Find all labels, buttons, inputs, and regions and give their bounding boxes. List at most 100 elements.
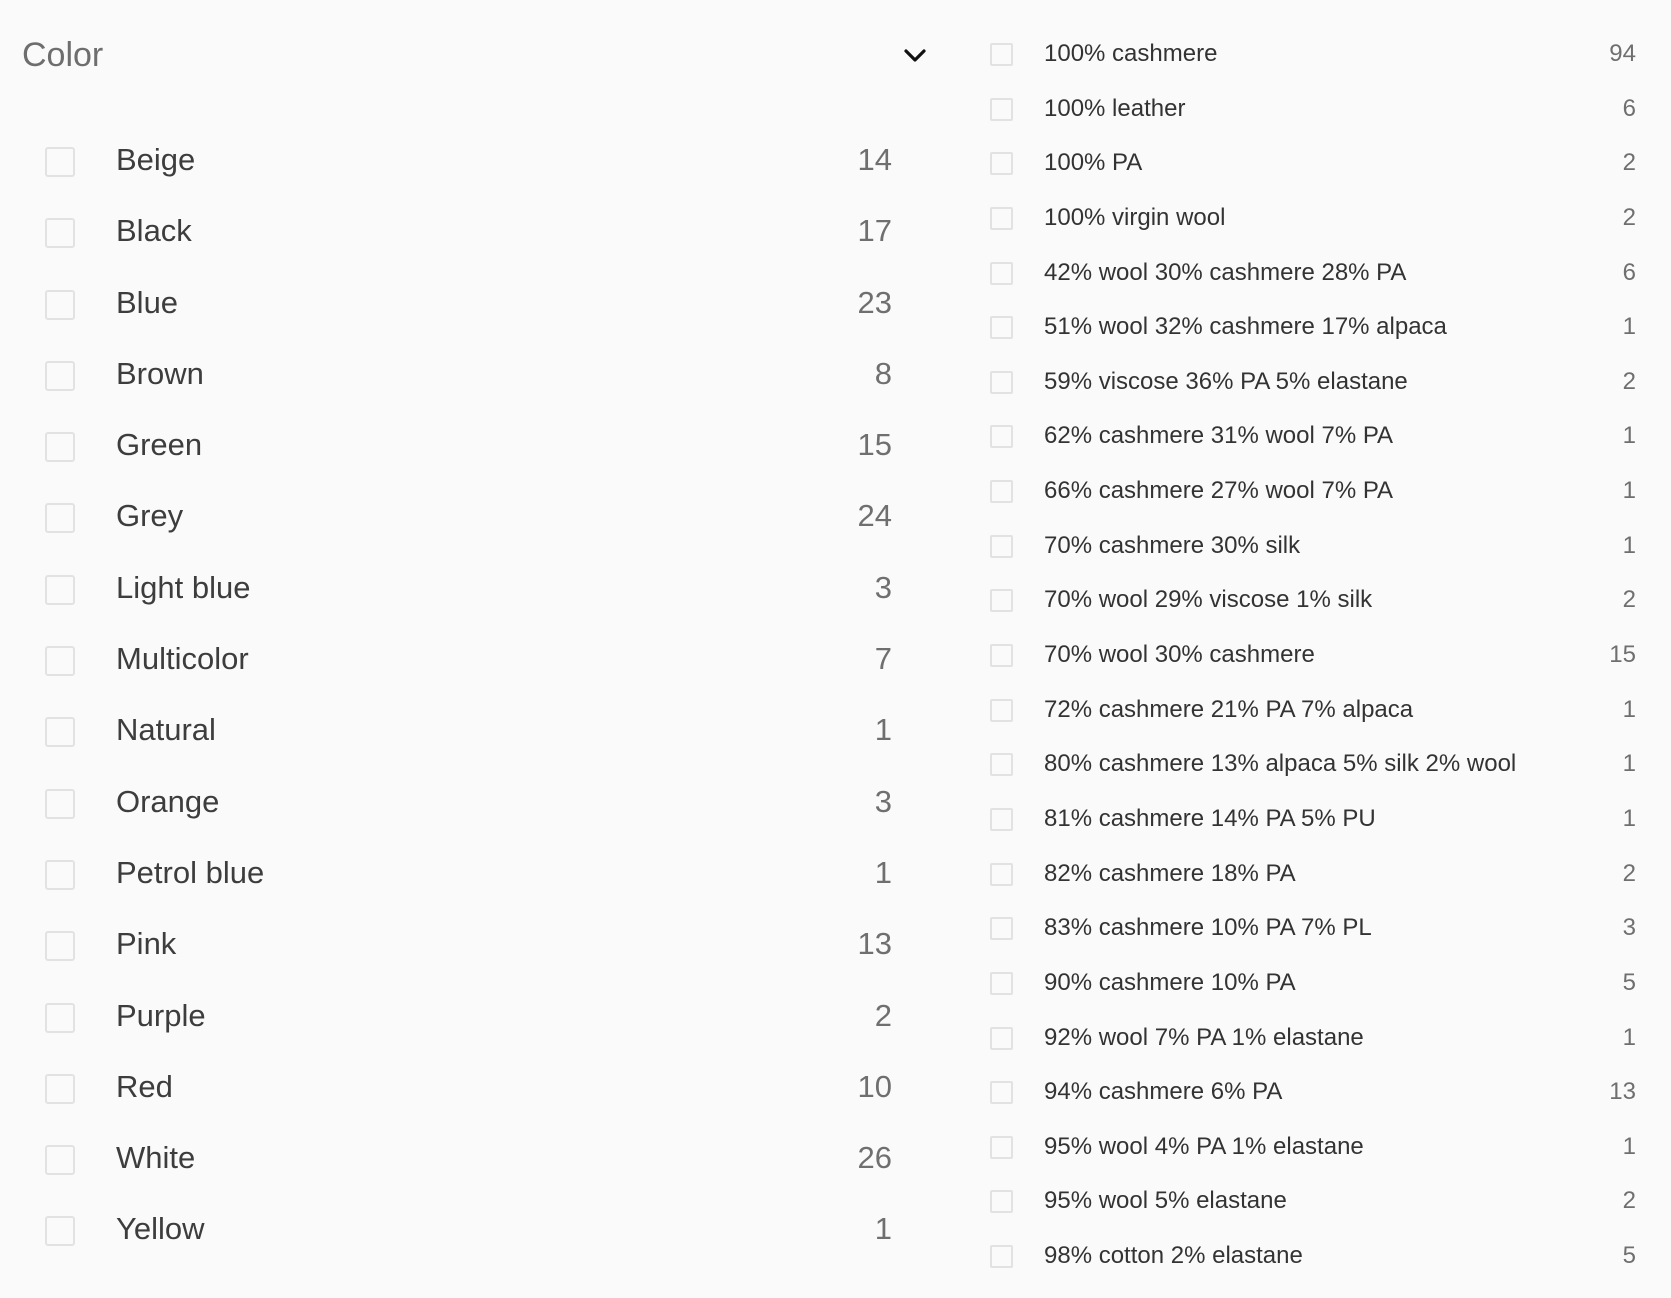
material-option-label: 82% cashmere 18% PA bbox=[1044, 859, 1296, 887]
material-checkbox[interactable] bbox=[990, 753, 1013, 777]
color-option-pink[interactable]: Pink 13 bbox=[0, 908, 940, 979]
material-option-66pct-cashmere-27pct-wool-7pct-pa[interactable]: 66% cashmere 27% wool 7% PA 1 bbox=[960, 464, 1660, 519]
color-checkbox[interactable] bbox=[45, 1002, 75, 1033]
material-option-98pct-cotton-2pct-elastane[interactable]: 98% cotton 2% elastane 5 bbox=[960, 1229, 1660, 1284]
material-option-81pct-cashmere-14pct-pa-5pct-pu[interactable]: 81% cashmere 14% PA 5% PU 1 bbox=[960, 792, 1660, 847]
color-checkbox[interactable] bbox=[45, 503, 75, 534]
material-option-42pct-wool-30pct-cashmere-28pct-pa[interactable]: 42% wool 30% cashmere 28% PA 6 bbox=[960, 246, 1660, 301]
material-checkbox[interactable] bbox=[990, 1026, 1013, 1050]
color-option-beige[interactable]: Beige 14 bbox=[0, 124, 940, 195]
material-option-80pct-cashmere-13pct-alpaca-5pct-silk-2pct-wool[interactable]: 80% cashmere 13% alpaca 5% silk 2% wool 1 bbox=[960, 737, 1660, 792]
color-option-count: 3 bbox=[874, 569, 892, 605]
material-option-label: 59% viscose 36% PA 5% elastane bbox=[1044, 367, 1408, 395]
material-option-count: 6 bbox=[1622, 258, 1636, 286]
material-checkbox[interactable] bbox=[990, 807, 1013, 831]
material-checkbox[interactable] bbox=[990, 43, 1013, 66]
color-checkbox[interactable] bbox=[45, 218, 75, 249]
material-checkbox[interactable] bbox=[990, 97, 1013, 121]
color-option-light-blue[interactable]: Light blue 3 bbox=[0, 552, 940, 623]
color-option-red[interactable]: Red 10 bbox=[0, 1051, 940, 1122]
color-option-label: Brown bbox=[116, 355, 204, 391]
material-option-95pct-wool-4pct-pa-1pct-elastane[interactable]: 95% wool 4% PA 1% elastane 1 bbox=[960, 1120, 1660, 1175]
color-option-brown[interactable]: Brown 8 bbox=[0, 338, 940, 409]
material-option-70pct-wool-29pct-viscose-1pct-silk[interactable]: 70% wool 29% viscose 1% silk 2 bbox=[960, 573, 1660, 628]
color-checkbox[interactable] bbox=[45, 859, 75, 890]
material-checkbox[interactable] bbox=[990, 971, 1013, 995]
color-option-count: 2 bbox=[874, 997, 892, 1033]
color-option-white[interactable]: White 26 bbox=[0, 1122, 940, 1193]
material-option-100pct-leather[interactable]: 100% leather 6 bbox=[960, 82, 1660, 137]
material-checkbox[interactable] bbox=[990, 206, 1013, 230]
material-option-94pct-cashmere-6pct-pa[interactable]: 94% cashmere 6% PA 13 bbox=[960, 1065, 1660, 1120]
color-checkbox[interactable] bbox=[45, 931, 75, 962]
color-option-natural[interactable]: Natural 1 bbox=[0, 694, 940, 765]
material-option-70pct-cashmere-30pct-silk[interactable]: 70% cashmere 30% silk 1 bbox=[960, 519, 1660, 574]
material-option-70pct-wool-30pct-cashmere[interactable]: 70% wool 30% cashmere 15 bbox=[960, 628, 1660, 683]
color-checkbox[interactable] bbox=[45, 360, 75, 391]
color-checkbox[interactable] bbox=[45, 788, 75, 819]
color-checkbox[interactable] bbox=[45, 432, 75, 463]
material-option-72pct-cashmere-21pct-pa-7pct-alpaca[interactable]: 72% cashmere 21% PA 7% alpaca 1 bbox=[960, 683, 1660, 738]
material-checkbox[interactable] bbox=[990, 1190, 1013, 1214]
material-option-59pct-viscose-36pct-pa-5pct-elastane[interactable]: 59% viscose 36% PA 5% elastane 2 bbox=[960, 355, 1660, 410]
color-checkbox[interactable] bbox=[45, 717, 75, 748]
material-checkbox[interactable] bbox=[990, 698, 1013, 722]
material-option-100pct-virgin-wool[interactable]: 100% virgin wool 2 bbox=[960, 191, 1660, 246]
material-checkbox[interactable] bbox=[990, 644, 1013, 668]
material-option-label: 100% cashmere bbox=[1044, 40, 1218, 67]
material-checkbox[interactable] bbox=[990, 1245, 1013, 1269]
color-checkbox[interactable] bbox=[45, 574, 75, 605]
material-checkbox[interactable] bbox=[990, 480, 1013, 504]
material-checkbox[interactable] bbox=[990, 370, 1013, 394]
material-option-count: 2 bbox=[1622, 149, 1636, 177]
material-option-count: 15 bbox=[1609, 641, 1636, 669]
material-checkbox[interactable] bbox=[990, 1081, 1013, 1105]
color-filter-header[interactable]: Color bbox=[22, 28, 942, 84]
color-checkbox[interactable] bbox=[45, 289, 75, 320]
material-option-count: 2 bbox=[1622, 859, 1636, 887]
color-option-label: Light blue bbox=[116, 569, 251, 605]
material-option-62pct-cashmere-31pct-wool-7pct-pa[interactable]: 62% cashmere 31% wool 7% PA 1 bbox=[960, 409, 1660, 464]
material-option-label: 94% cashmere 6% PA bbox=[1044, 1078, 1283, 1106]
material-checkbox[interactable] bbox=[990, 261, 1013, 285]
color-option-count: 24 bbox=[857, 498, 892, 534]
material-option-92pct-wool-7pct-pa-1pct-elastane[interactable]: 92% wool 7% PA 1% elastane 1 bbox=[960, 1011, 1660, 1066]
material-option-100pct-pa[interactable]: 100% PA 2 bbox=[960, 136, 1660, 191]
material-checkbox[interactable] bbox=[990, 316, 1013, 340]
color-checkbox[interactable] bbox=[45, 147, 75, 177]
color-option-black[interactable]: Black 17 bbox=[0, 195, 940, 266]
material-option-95pct-wool-5pct-elastane[interactable]: 95% wool 5% elastane 2 bbox=[960, 1174, 1660, 1229]
material-option-51pct-wool-32pct-cashmere-17pct-alpaca[interactable]: 51% wool 32% cashmere 17% alpaca 1 bbox=[960, 300, 1660, 355]
material-option-90pct-cashmere-10pct-pa[interactable]: 90% cashmere 10% PA 5 bbox=[960, 956, 1660, 1011]
material-option-100pct-cashmere[interactable]: 100% cashmere 94 bbox=[960, 27, 1660, 82]
material-option-label: 80% cashmere 13% alpaca 5% silk 2% wool bbox=[1044, 750, 1517, 778]
color-option-multicolor[interactable]: Multicolor 7 bbox=[0, 623, 940, 694]
color-checkbox[interactable] bbox=[45, 1216, 75, 1247]
color-option-petrol-blue[interactable]: Petrol blue 1 bbox=[0, 837, 940, 908]
material-option-label: 51% wool 32% cashmere 17% alpaca bbox=[1044, 313, 1447, 341]
material-option-count: 5 bbox=[1622, 1242, 1636, 1270]
material-checkbox[interactable] bbox=[990, 425, 1013, 449]
material-checkbox[interactable] bbox=[990, 152, 1013, 176]
color-checkbox[interactable] bbox=[45, 1145, 75, 1176]
material-checkbox[interactable] bbox=[990, 917, 1013, 941]
material-checkbox[interactable] bbox=[990, 589, 1013, 613]
color-checkbox[interactable] bbox=[45, 646, 75, 677]
color-option-grey[interactable]: Grey 24 bbox=[0, 480, 940, 551]
color-checkbox[interactable] bbox=[45, 1073, 75, 1104]
material-checkbox[interactable] bbox=[990, 534, 1013, 558]
material-option-82pct-cashmere-18pct-pa[interactable]: 82% cashmere 18% PA 2 bbox=[960, 847, 1660, 902]
material-option-label: 62% cashmere 31% wool 7% PA bbox=[1044, 422, 1394, 450]
chevron-down-icon[interactable] bbox=[899, 40, 931, 72]
color-option-yellow[interactable]: Yellow 1 bbox=[0, 1193, 940, 1264]
color-option-green[interactable]: Green 15 bbox=[0, 409, 940, 480]
material-option-83pct-cashmere-10pct-pa-7pct-pl[interactable]: 83% cashmere 10% PA 7% PL 3 bbox=[960, 901, 1660, 956]
material-option-count: 1 bbox=[1622, 695, 1636, 723]
color-option-blue[interactable]: Blue 23 bbox=[0, 267, 940, 338]
material-checkbox[interactable] bbox=[990, 1135, 1013, 1159]
material-option-count: 1 bbox=[1622, 313, 1636, 341]
color-option-purple[interactable]: Purple 2 bbox=[0, 980, 940, 1051]
material-checkbox[interactable] bbox=[990, 862, 1013, 886]
material-option-label: 83% cashmere 10% PA 7% PL bbox=[1044, 914, 1372, 942]
color-option-orange[interactable]: Orange 3 bbox=[0, 766, 940, 837]
